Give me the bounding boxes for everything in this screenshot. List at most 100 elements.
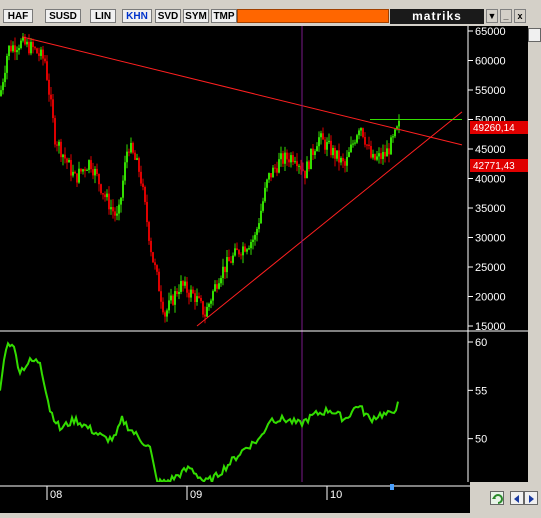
candle-body <box>280 153 282 160</box>
tab-susd[interactable]: SUSD <box>45 9 81 23</box>
candle-body <box>8 45 10 56</box>
candle-body <box>146 201 148 223</box>
tab-svd[interactable]: SVD <box>155 9 181 23</box>
candle-body <box>80 168 82 172</box>
candle-body <box>310 148 312 170</box>
upper-trendline[interactable] <box>21 36 463 146</box>
candle-body <box>344 161 346 166</box>
candle-body <box>288 159 290 163</box>
candle-body <box>86 169 88 171</box>
candle-body <box>204 314 206 317</box>
candle-body <box>272 167 274 178</box>
candle-body <box>164 312 166 317</box>
candle-body <box>172 295 174 305</box>
scroll-right-icon[interactable] <box>524 491 538 505</box>
candle-body <box>152 252 154 263</box>
tab-tmp[interactable]: TMP <box>211 9 237 23</box>
candle-body <box>286 152 288 160</box>
candle-body <box>54 118 56 145</box>
candle-body <box>168 300 170 311</box>
candle-body <box>266 179 268 188</box>
candle-body <box>116 213 118 216</box>
indicator-tick-label: 50 <box>475 434 487 446</box>
price-tick-label: 35000 <box>475 203 506 215</box>
dropdown-icon[interactable]: ▼ <box>486 9 498 23</box>
candle-body <box>20 40 22 49</box>
candle-body <box>388 148 390 155</box>
candle-body <box>156 265 158 272</box>
candle-body <box>226 257 228 273</box>
candle-body <box>14 45 16 53</box>
tab-haf[interactable]: HAF <box>3 9 33 23</box>
candle-body <box>122 180 124 198</box>
candle-body <box>376 156 378 160</box>
candle-body <box>174 291 176 305</box>
price-tick-label: 20000 <box>475 292 506 304</box>
candle-body <box>230 261 232 263</box>
candle-body <box>56 144 58 146</box>
candle-body <box>320 133 322 138</box>
candle-body <box>258 223 260 229</box>
candle-body <box>372 154 374 158</box>
candle-body <box>106 193 108 198</box>
candle-body <box>184 281 186 286</box>
price-tick-label: 40000 <box>475 174 506 186</box>
price-label-upper: 49260,14 <box>470 121 530 134</box>
scroll-top-icon[interactable] <box>528 28 541 42</box>
scroll-left-icon[interactable] <box>510 491 524 505</box>
price-tick-label: 65000 <box>475 26 506 38</box>
candle-body <box>294 161 296 163</box>
price-label-lower: 42771,43 <box>470 159 530 172</box>
candle-body <box>70 160 72 176</box>
candle-body <box>140 171 142 184</box>
candle-body <box>130 142 132 153</box>
candle-body <box>282 153 284 164</box>
candle-body <box>260 210 262 224</box>
price-tick-label: 55000 <box>475 85 506 97</box>
candle-body <box>154 262 156 266</box>
candle-body <box>136 158 138 160</box>
candle-body <box>138 158 140 172</box>
candle-body <box>290 155 292 163</box>
candle-body <box>308 161 310 170</box>
candle-body <box>124 162 126 181</box>
candle-body <box>252 239 254 242</box>
candle-body <box>240 254 242 256</box>
candle-body <box>48 79 50 95</box>
candle-body <box>206 306 208 317</box>
candle-body <box>62 154 64 158</box>
candle-body <box>364 136 366 145</box>
tab-lin[interactable]: LIN <box>90 9 116 23</box>
candle-body <box>74 171 76 174</box>
candle-body <box>34 47 36 49</box>
symbol-input-bar[interactable] <box>237 9 389 23</box>
chart-area[interactable]: 65000 60000 55000 50000 45000 40000 35000 30000… <box>0 26 530 489</box>
candle-body <box>132 142 134 153</box>
candle-body <box>208 303 210 307</box>
time-axis: 08 09 10 <box>0 482 541 513</box>
tab-sym[interactable]: SYM <box>183 9 209 23</box>
price-chart[interactable]: 6500060000550005000045000400003500030000… <box>0 26 530 489</box>
refresh-icon[interactable] <box>490 491 504 505</box>
candle-body <box>298 165 300 167</box>
candle-body <box>346 156 348 166</box>
candle-body <box>38 53 40 56</box>
candle-body <box>232 255 234 263</box>
tab-khn[interactable]: KHN <box>122 9 152 23</box>
candle-body <box>58 141 60 146</box>
candle-body <box>324 139 326 150</box>
candle-body <box>120 197 122 205</box>
candle-body <box>304 170 306 179</box>
indicator-line[interactable] <box>0 341 399 489</box>
close-icon[interactable]: x <box>514 9 526 23</box>
candle-body <box>238 250 240 255</box>
price-tick-label: 45000 <box>475 144 506 156</box>
candle-body <box>188 292 190 298</box>
candle-body <box>352 143 354 145</box>
candle-body <box>366 144 368 146</box>
candle-body <box>358 130 360 136</box>
scrollbar[interactable] <box>528 26 541 482</box>
minimize-icon[interactable]: _ <box>500 9 512 23</box>
candle-body <box>312 148 314 156</box>
candle-body <box>216 284 218 289</box>
